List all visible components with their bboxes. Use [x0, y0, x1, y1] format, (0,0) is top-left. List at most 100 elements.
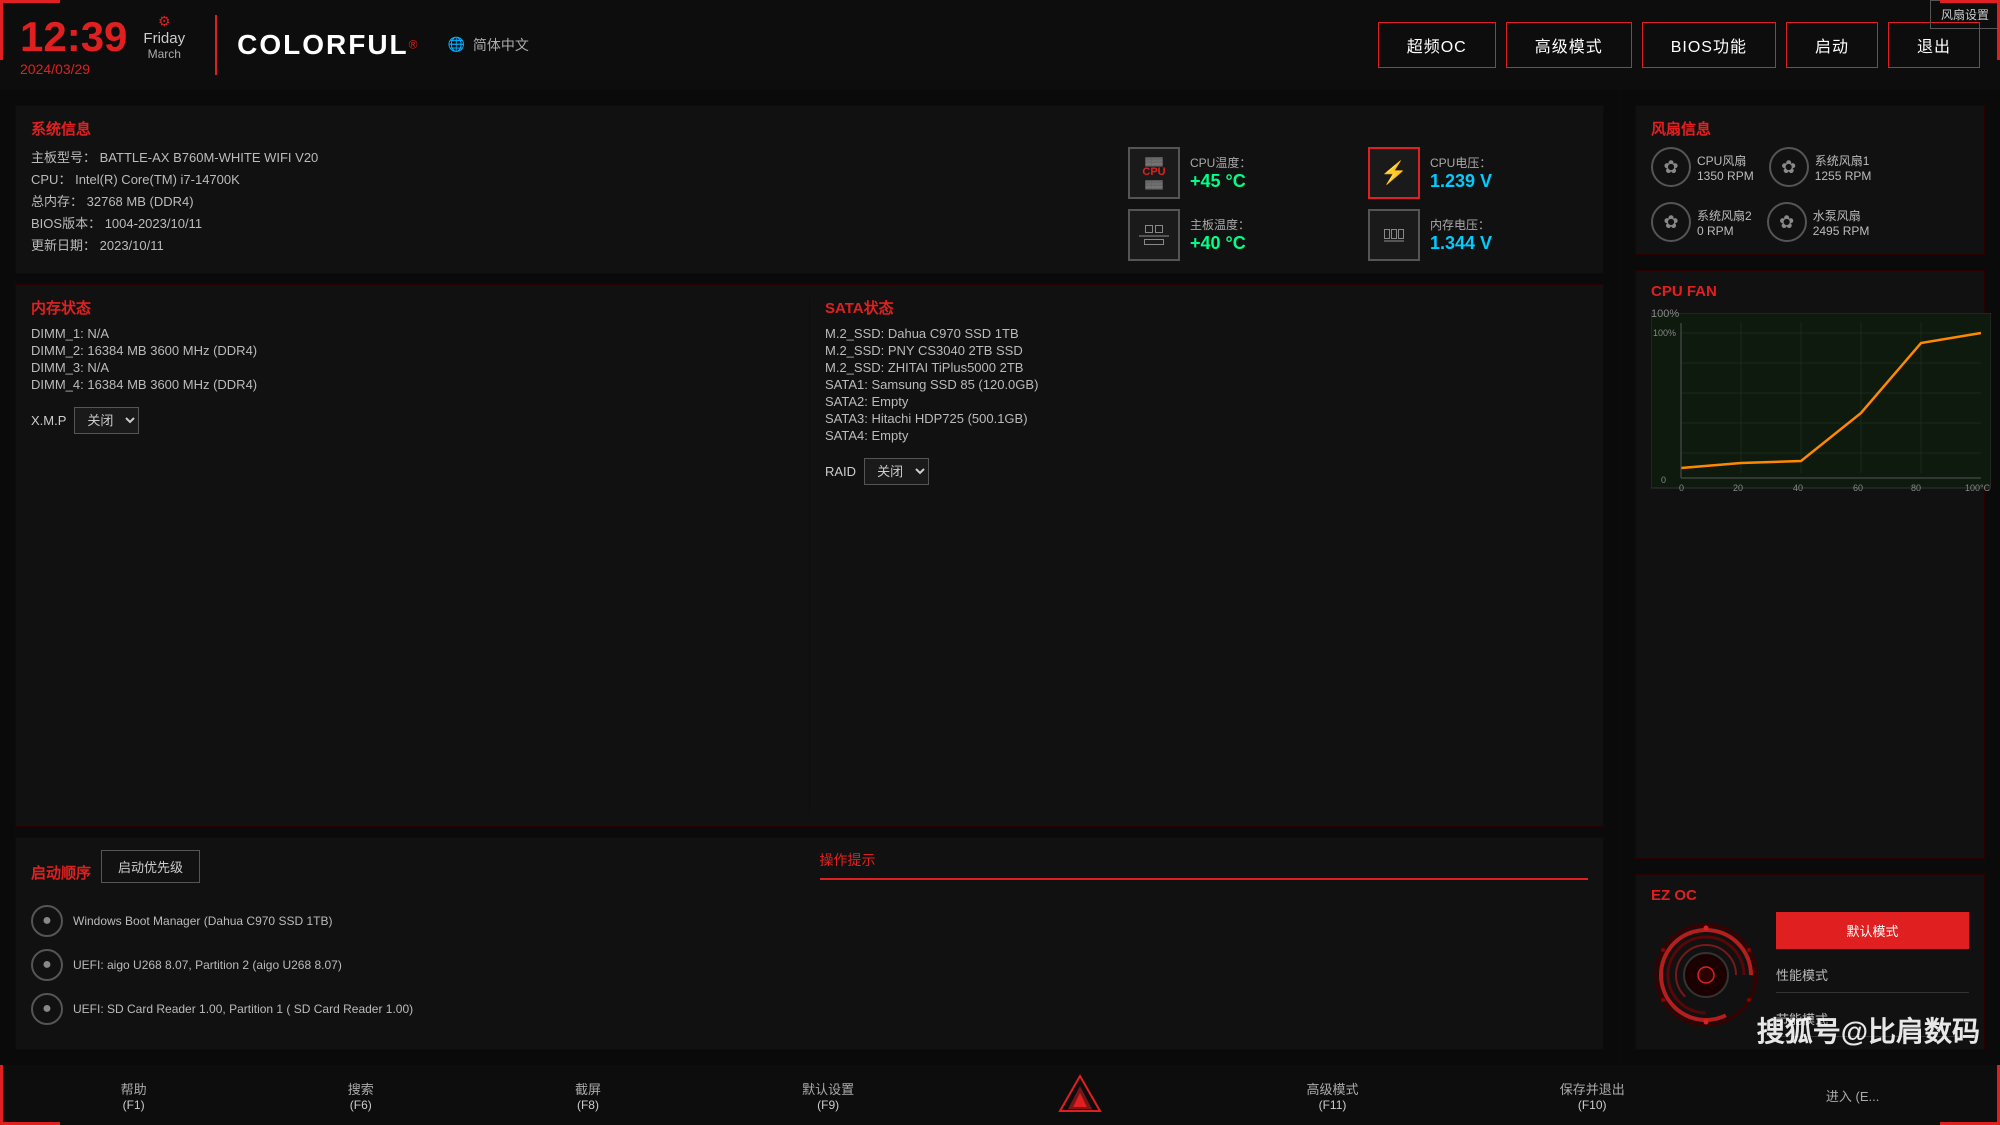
- sysinfo-section: 主板型号： BATTLE-AX B760M-WHITE WIFI V20 CPU…: [31, 147, 1588, 261]
- svg-text:0: 0: [1679, 483, 1684, 493]
- top-bar: 12:39 ⚙ Friday March 2024/03/29 COLORFUL…: [0, 0, 2000, 90]
- fan-info-title: 风扇信息: [1651, 118, 1969, 139]
- mem-volt-reading: 1.344 V: [1430, 233, 1492, 253]
- fan-name-sys1: 系统风扇1: [1815, 152, 1872, 169]
- fan-text-sys2: 系统风扇2 0 RPM: [1697, 207, 1752, 238]
- fan-rpm-pump: 2495 RPM: [1813, 224, 1870, 238]
- cpu-temp-reading: +45 °C: [1190, 171, 1246, 191]
- search-label: 搜索: [348, 1079, 374, 1098]
- cpu-temp-item: ▓▓▓ CPU ▓▓▓ CPU温度： +45 °C: [1128, 147, 1348, 199]
- mb-row: 主板型号： BATTLE-AX B760M-WHITE WIFI V20: [31, 147, 1108, 166]
- update-row: 更新日期： 2023/10/11: [31, 235, 1108, 254]
- mb-temp-reading: +40 °C: [1190, 233, 1246, 253]
- xmp-select[interactable]: 关闭: [74, 407, 139, 434]
- mem-label: 总内存：: [31, 194, 83, 209]
- boot-priority-btn[interactable]: 启动优先级: [101, 850, 200, 883]
- fan-name-sys2: 系统风扇2: [1697, 207, 1752, 224]
- bottom-save-exit: 保存并退出 (F10): [1560, 1079, 1625, 1112]
- save-exit-label: 保存并退出: [1560, 1079, 1625, 1098]
- mem-value: 32768 MB (DDR4): [87, 194, 194, 209]
- fan-name-pump: 水泵风扇: [1813, 207, 1870, 224]
- svg-text:100%: 100%: [1653, 328, 1676, 338]
- fan-item-pump: ✿ 水泵风扇 2495 RPM: [1767, 202, 1870, 242]
- nav-btn-advanced[interactable]: 高级模式: [1506, 22, 1632, 68]
- bottom-search: 搜索 (F6): [348, 1079, 374, 1112]
- boot-item-text-0: Windows Boot Manager (Dahua C970 SSD 1TB…: [73, 914, 332, 928]
- default-label: 默认设置: [802, 1079, 854, 1098]
- globe-icon: 🌐: [447, 36, 464, 53]
- corner-decoration-br: [1940, 1065, 2000, 1125]
- boot-card: 启动顺序 启动优先级 ● Windows Boot Manager (Dahua…: [15, 837, 1604, 1050]
- help-label: 帮助: [121, 1079, 147, 1098]
- svg-text:40: 40: [1793, 483, 1803, 493]
- search-key: (F6): [350, 1098, 372, 1112]
- ezoc-default-btn[interactable]: 默认模式: [1776, 912, 1969, 949]
- advanced-label: 高级模式: [1307, 1079, 1359, 1098]
- ops-hint-title: 操作提示: [820, 850, 1589, 870]
- nav-btn-bios[interactable]: BIOS功能: [1642, 22, 1776, 68]
- month-label: March: [148, 47, 181, 61]
- cpu-label: CPU：: [31, 172, 71, 187]
- mb-label: 主板型号：: [31, 150, 96, 165]
- clock-day: ⚙ Friday March: [143, 13, 185, 61]
- boot-disk-icon-2: ●: [31, 993, 63, 1025]
- fan-rpm-sys1: 1255 RPM: [1815, 169, 1872, 183]
- default-key: (F9): [817, 1098, 839, 1112]
- update-value: 2023/10/11: [100, 238, 164, 253]
- fan-item-cpu: ✿ CPU风扇 1350 RPM: [1651, 147, 1754, 187]
- fan-rpm-sys2: 0 RPM: [1697, 224, 1752, 238]
- mem-sata-section: 内存状态 DIMM_1: N/A DIMM_2: 16384 MB 3600 M…: [31, 297, 1588, 814]
- mem-volt-item: 内存电压： 1.344 V: [1368, 209, 1588, 261]
- nav-btn-boot[interactable]: 启动: [1786, 22, 1878, 68]
- cpu-temp-value: CPU温度： +45 °C: [1190, 154, 1251, 192]
- fan-text-pump: 水泵风扇 2495 RPM: [1813, 207, 1870, 238]
- cpu-row: CPU： Intel(R) Core(TM) i7-14700K: [31, 169, 1108, 188]
- fan-icon-sys2: ✿: [1651, 202, 1691, 242]
- boot-item-1: ● UEFI: aigo U268 8.07, Partition 2 (aig…: [31, 949, 800, 981]
- save-exit-key: (F10): [1578, 1098, 1607, 1112]
- fan-text-sys1: 系统风扇1 1255 RPM: [1815, 152, 1872, 183]
- fan-rpm-cpu: 1350 RPM: [1697, 169, 1754, 183]
- cpu-volt-value: CPU电压： 1.239 V: [1430, 154, 1492, 192]
- screenshot-key: (F8): [577, 1098, 599, 1112]
- boot-title: 启动顺序: [31, 862, 91, 883]
- sata-item-5: SATA3: Hitachi HDP725 (500.1GB): [825, 411, 1588, 426]
- mb-value: BATTLE-AX B760M-WHITE WIFI V20: [100, 150, 319, 165]
- sata-item-6: SATA4: Empty: [825, 428, 1588, 443]
- boot-item-0: ● Windows Boot Manager (Dahua C970 SSD 1…: [31, 905, 800, 937]
- fan-icon-sys1: ✿: [1769, 147, 1809, 187]
- raid-row: RAID 关闭: [825, 458, 1588, 485]
- boot-right: 操作提示: [820, 850, 1589, 1037]
- brand-logo: COLORFUL®: [237, 29, 417, 61]
- raid-label: RAID: [825, 464, 856, 479]
- right-panel: 风扇信息 ✿ CPU风扇 1350 RPM ✿ 系统风扇1 1255 RPM: [1620, 90, 2000, 1065]
- svg-text:20: 20: [1733, 483, 1743, 493]
- cpu-fan-title: CPU FAN: [1651, 283, 1717, 300]
- advanced-key: (F11): [1319, 1098, 1347, 1112]
- watermark: 搜狐号@比肩数码: [1757, 1010, 1980, 1050]
- dimm4: DIMM_4: 16384 MB 3600 MHz (DDR4): [31, 377, 794, 392]
- boot-left: 启动顺序 启动优先级 ● Windows Boot Manager (Dahua…: [31, 850, 800, 1037]
- mb-temp-label: 主板温度：: [1190, 216, 1250, 233]
- cpu-volt-icon: ⚡: [1368, 147, 1420, 199]
- fan-item-sys2: ✿ 系统风扇2 0 RPM: [1651, 202, 1752, 242]
- left-panel: 系统信息 主板型号： BATTLE-AX B760M-WHITE WIFI V2…: [0, 90, 1620, 1065]
- bottom-screenshot: 截屏 (F8): [575, 1079, 601, 1112]
- fan-name-cpu: CPU风扇: [1697, 152, 1754, 169]
- sysinfo-volts: ⚡ CPU电压： 1.239 V: [1368, 147, 1588, 261]
- boot-disk-icon-1: ●: [31, 949, 63, 981]
- bottom-enter: 进入 (E...: [1826, 1086, 1879, 1105]
- xmp-label: X.M.P: [31, 413, 66, 428]
- bottom-help: 帮助 (F1): [121, 1079, 147, 1112]
- chart-y-max: 100%: [1651, 308, 1679, 320]
- bottom-advanced: 高级模式 (F11): [1307, 1079, 1359, 1112]
- raid-select[interactable]: 关闭: [864, 458, 929, 485]
- screenshot-label: 截屏: [575, 1079, 601, 1098]
- ezoc-dial: [1651, 920, 1761, 1030]
- cpu-value: Intel(R) Core(TM) i7-14700K: [75, 172, 240, 187]
- sata-item-2: M.2_SSD: ZHITAI TiPlus5000 2TB: [825, 360, 1588, 375]
- triangle-svg: [1055, 1071, 1105, 1121]
- lang-area[interactable]: 🌐 简体中文: [447, 35, 528, 55]
- corner-decoration-bl: [0, 1065, 60, 1125]
- nav-btn-overclocking[interactable]: 超频OC: [1378, 22, 1496, 68]
